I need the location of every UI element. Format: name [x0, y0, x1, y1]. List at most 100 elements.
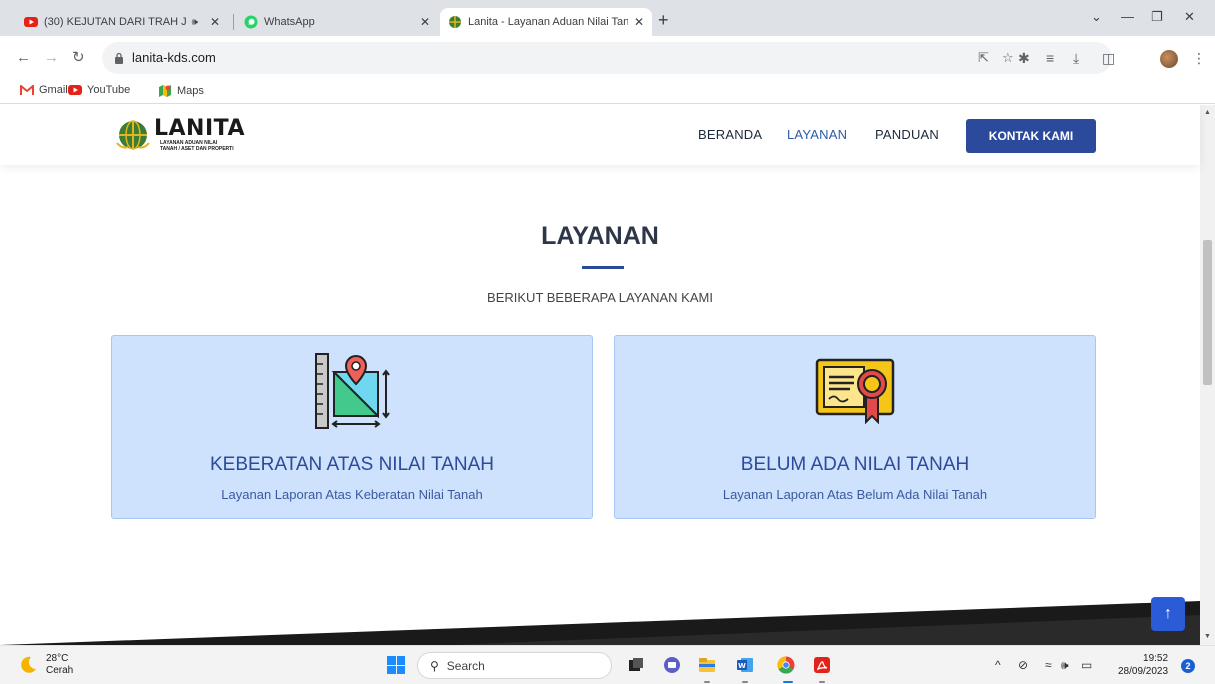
bookmarks-bar: Gmail YouTube Maps	[0, 80, 1215, 104]
taskbar-clock[interactable]: 19:52 28/09/2023	[1118, 652, 1168, 678]
tab-search-icon[interactable]: ⌄	[1091, 9, 1102, 25]
tab-title: (30) KEJUTAN DARI TRAH JC	[44, 16, 186, 28]
lanita-globe-icon	[116, 120, 150, 150]
url-text: lanita-kds.com	[132, 50, 216, 65]
bookmark-label: Gmail	[39, 84, 68, 96]
card-title: KEBERATAN ATAS NILAI TANAH	[209, 454, 495, 475]
card-description: Layanan Laporan Atas Keberatan Nilai Tan…	[221, 487, 483, 502]
page-viewport: LANITA LAYANAN ADUAN NILAI TANAH / ASET …	[0, 105, 1215, 645]
taskbar-search[interactable]: ⚲ Search	[417, 652, 612, 679]
maps-icon	[158, 84, 172, 98]
file-explorer-icon[interactable]	[697, 655, 717, 675]
brand-tagline-2: TANAH / ASET DAN PROPERTI	[160, 146, 234, 152]
scrollbar-thumb[interactable]	[1203, 240, 1212, 385]
bookmark-label: Maps	[177, 85, 204, 97]
nav-layanan[interactable]: LAYANAN	[787, 127, 847, 142]
section-title: LAYANAN	[541, 222, 659, 250]
tab-lanita[interactable]: Lanita - Layanan Aduan Nilai Tan ✕	[440, 8, 652, 36]
address-bar[interactable]: lanita-kds.com ⇱ ☆	[102, 42, 1112, 74]
tab-separator	[233, 14, 234, 30]
page-scrollbar[interactable]: ▲ ▼	[1200, 105, 1215, 645]
search-placeholder: Search	[446, 658, 485, 673]
site-logo[interactable]: LANITA LAYANAN ADUAN NILAI TANAH / ASET …	[116, 116, 245, 152]
active-indicator	[783, 681, 793, 683]
bookmark-youtube[interactable]: YouTube	[68, 84, 130, 96]
search-icon: ⚲	[430, 658, 439, 673]
running-indicator	[742, 681, 748, 683]
browser-toolbar: ← → ↻ lanita-kds.com ⇱ ☆	[0, 36, 1215, 80]
lock-icon[interactable]	[114, 51, 124, 69]
service-card-belum-ada[interactable]: BELUM ADA NILAI TANAH Layanan Laporan At…	[614, 335, 1096, 519]
contact-button[interactable]: KONTAK KAMI	[966, 119, 1096, 153]
start-button[interactable]	[387, 656, 405, 674]
window-close-icon[interactable]: ✕	[1184, 9, 1195, 25]
windows-taskbar: 28°C Cerah ⚲ Search W ^ ⊘ ≈ 🕪 ▭ 19:52 28…	[0, 645, 1215, 684]
minimize-icon[interactable]: —	[1121, 9, 1134, 24]
youtube-icon	[24, 15, 38, 29]
notification-badge[interactable]: 2	[1181, 659, 1195, 673]
clock-time: 19:52	[1143, 653, 1169, 664]
weather-widget[interactable]: 28°C Cerah	[18, 653, 73, 677]
scroll-down-icon[interactable]: ▼	[1204, 633, 1211, 640]
bookmark-label: YouTube	[87, 84, 131, 96]
brand-name: LANITA	[154, 116, 245, 141]
speaker-icon[interactable]: 🕪	[192, 17, 198, 28]
nav-panduan[interactable]: PANDUAN	[875, 127, 939, 142]
bookmark-gmail[interactable]: Gmail	[20, 84, 68, 96]
menu-kebab-icon[interactable]: ⋮	[1192, 50, 1206, 67]
tab-title: WhatsApp	[264, 16, 315, 28]
task-view-icon[interactable]	[626, 655, 646, 675]
side-panel-icon[interactable]: ◫	[1102, 50, 1115, 67]
gmail-icon	[20, 85, 34, 95]
clock-date: 28/09/2023	[1118, 666, 1169, 677]
weather-desc: Cerah	[46, 665, 74, 676]
title-underline	[582, 266, 624, 269]
back-to-top-button[interactable]: ↑	[1151, 597, 1185, 631]
forward-icon[interactable]: →	[44, 50, 59, 66]
close-icon[interactable]: ✕	[210, 15, 220, 29]
wifi-icon[interactable]: ≈	[1045, 658, 1052, 672]
service-card-keberatan[interactable]: KEBERATAN ATAS NILAI TANAH Layanan Lapor…	[111, 335, 593, 519]
word-icon[interactable]: W	[735, 655, 755, 675]
download-icon[interactable]: ⤓	[1073, 50, 1079, 67]
acrobat-icon[interactable]	[812, 655, 832, 675]
share-icon[interactable]: ⇱	[978, 50, 989, 66]
tray-overflow-icon[interactable]: ^	[995, 658, 1001, 672]
back-icon[interactable]: ←	[16, 50, 31, 66]
volume-icon[interactable]: 🕪	[1061, 658, 1069, 673]
close-icon[interactable]: ✕	[420, 15, 430, 29]
profile-avatar[interactable]	[1160, 50, 1178, 68]
card-title: BELUM ADA NILAI TANAH	[740, 454, 970, 475]
lanita-icon	[448, 15, 462, 29]
reading-list-icon[interactable]: ≡	[1046, 50, 1054, 66]
tab-title: Lanita - Layanan Aduan Nilai Tan	[468, 16, 628, 28]
reload-icon[interactable]: ↻	[72, 50, 85, 66]
section-subtitle: BERIKUT BEBERAPA LAYANAN KAMI	[487, 290, 713, 305]
tab-youtube[interactable]: (30) KEJUTAN DARI TRAH JC 🕪 ✕	[16, 8, 228, 36]
close-icon[interactable]: ✕	[634, 15, 644, 29]
new-tab-button[interactable]: +	[658, 11, 669, 29]
restore-icon[interactable]: ❐	[1151, 9, 1163, 25]
no-network-icon[interactable]: ⊘	[1018, 658, 1028, 672]
tab-whatsapp[interactable]: WhatsApp ✕	[236, 8, 438, 36]
battery-icon[interactable]: ▭	[1081, 658, 1092, 672]
footer-wedge	[0, 601, 1200, 645]
chrome-icon[interactable]	[776, 655, 796, 675]
site-header: LANITA LAYANAN ADUAN NILAI TANAH / ASET …	[0, 105, 1200, 165]
whatsapp-icon	[244, 15, 258, 29]
teams-chat-icon[interactable]	[662, 655, 682, 675]
scroll-up-icon[interactable]: ▲	[1204, 109, 1211, 116]
svg-text:W: W	[738, 662, 746, 670]
extensions-icon[interactable]: ✱	[1018, 50, 1030, 67]
certificate-icon	[814, 350, 896, 433]
bookmark-star-icon[interactable]: ☆	[1002, 50, 1014, 66]
bookmark-maps[interactable]: Maps	[158, 84, 204, 98]
card-description: Layanan Laporan Atas Belum Ada Nilai Tan…	[722, 487, 988, 502]
nav-beranda[interactable]: BERANDA	[698, 127, 762, 142]
browser-tab-strip: (30) KEJUTAN DARI TRAH JC 🕪 ✕ WhatsApp ✕…	[0, 0, 1215, 36]
running-indicator	[819, 681, 825, 683]
moon-icon	[21, 656, 36, 673]
running-indicator	[704, 681, 710, 683]
weather-temp: 28°C	[46, 653, 69, 664]
land-measure-map-icon	[312, 350, 392, 437]
